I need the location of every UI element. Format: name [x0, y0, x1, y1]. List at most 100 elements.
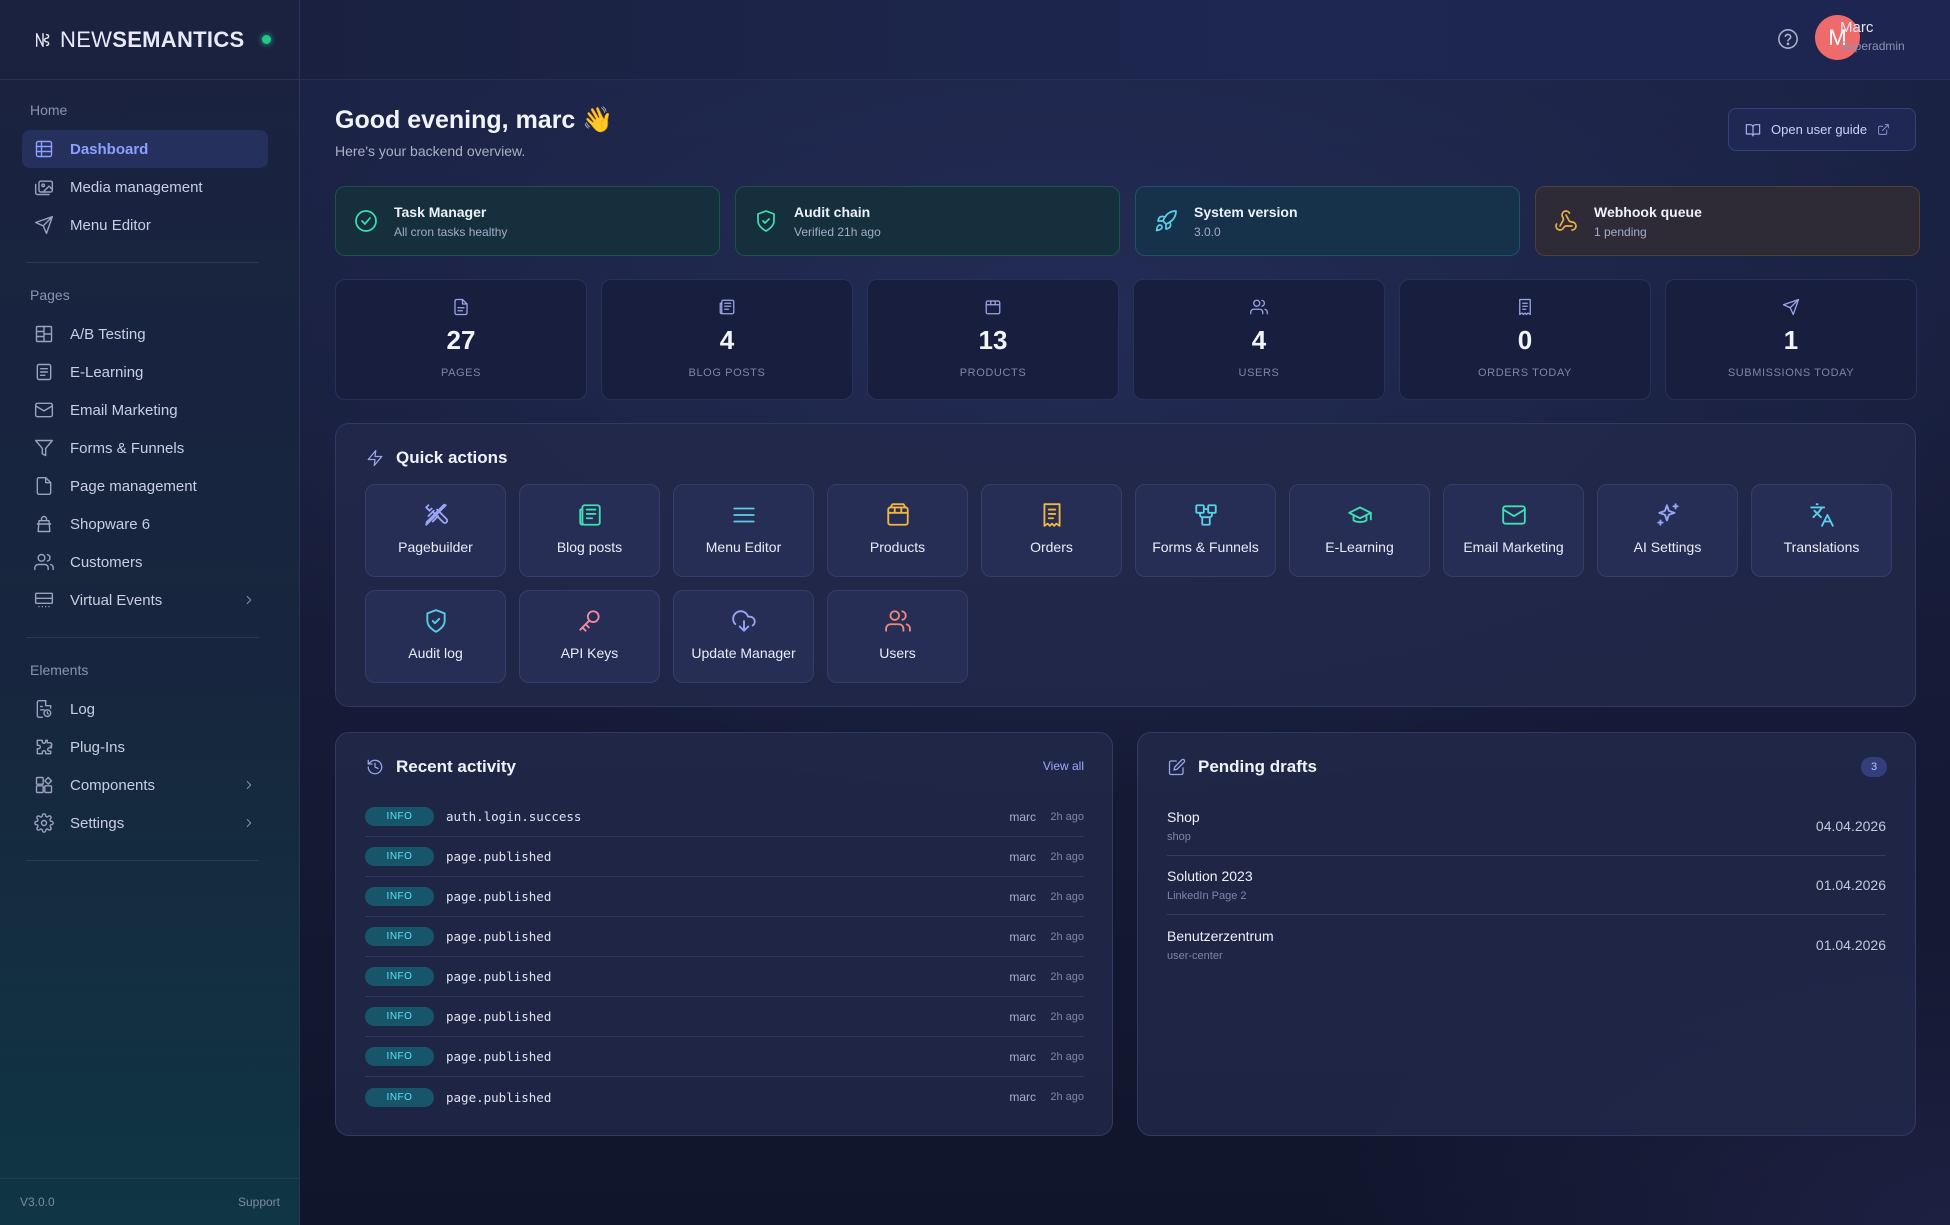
quick-action-blog-posts[interactable]: Blog posts: [519, 484, 660, 577]
sidebar-item-label: Email Marketing: [70, 401, 178, 419]
quick-action-ai-settings[interactable]: AI Settings: [1597, 484, 1738, 577]
sidebar-item-email-marketing[interactable]: Email Marketing: [22, 391, 268, 429]
activity-row[interactable]: INFO page.published marc 2h ago: [365, 1077, 1084, 1117]
funnel-icon: [34, 439, 54, 457]
check-circle-icon: [355, 210, 377, 232]
stat-card-products[interactable]: 13 PRODUCTS: [867, 279, 1119, 400]
activity-row[interactable]: INFO page.published marc 2h ago: [365, 917, 1084, 957]
event-name: auth.login.success: [446, 809, 582, 824]
rocket-icon: [1155, 210, 1177, 232]
sidebar-item-menu-editor[interactable]: Menu Editor: [22, 206, 268, 244]
quick-action-products[interactable]: Products: [827, 484, 968, 577]
activity-row[interactable]: INFO page.published marc 2h ago: [365, 877, 1084, 917]
status-card-detail: 1 pending: [1594, 224, 1647, 239]
activity-row[interactable]: INFO page.published marc 2h ago: [365, 997, 1084, 1037]
sidebar-item-e-learning[interactable]: E-Learning: [22, 353, 268, 391]
draft-row[interactable]: Benutzerzentrum user-center 01.04.2026: [1167, 915, 1886, 974]
sidebar-item-plug-ins[interactable]: Plug-Ins: [22, 728, 268, 766]
quick-action-label: Blog posts: [556, 539, 623, 555]
pending-drafts-title: Pending drafts: [1168, 757, 1317, 777]
quick-action-audit-log[interactable]: Audit log: [365, 590, 506, 683]
activity-row[interactable]: INFO page.published marc 2h ago: [365, 837, 1084, 877]
quick-action-label: E-Learning: [1325, 539, 1394, 555]
chevron-right-icon: [246, 596, 252, 604]
quick-action-menu-editor[interactable]: Menu Editor: [673, 484, 814, 577]
quick-action-translations[interactable]: Translations: [1751, 484, 1892, 577]
newspaper-icon: [719, 299, 735, 315]
workflow-icon: [1194, 504, 1217, 526]
event-time: 2h ago: [1050, 890, 1084, 903]
sidebar-item-label: E-Learning: [70, 363, 144, 381]
event-time: 2h ago: [1050, 1091, 1084, 1103]
view-all-link[interactable]: View all: [1043, 759, 1084, 773]
drafts-count-badge: 3: [1861, 757, 1887, 777]
stat-card-blog-posts[interactable]: 4 BLOG POSTS: [601, 279, 853, 400]
log-level-badge: INFO: [365, 1087, 434, 1107]
quick-action-label: Menu Editor: [705, 539, 782, 555]
status-card-title: Webhook queue: [1594, 203, 1702, 220]
sidebar-item-virtual-events[interactable]: Virtual Events: [22, 581, 268, 619]
quick-action-email-marketing[interactable]: Email Marketing: [1443, 484, 1584, 577]
zap-icon: [367, 449, 383, 467]
status-card-webhook-queue[interactable]: Webhook queue 1 pending: [1535, 186, 1920, 256]
stat-card-submissions-today[interactable]: 1 SUBMISSIONS TODAY: [1665, 279, 1917, 400]
sidebar-item-dashboard[interactable]: Dashboard: [22, 130, 268, 168]
file-text-icon: [454, 298, 468, 316]
status-card-task-manager[interactable]: Task Manager All cron tasks healthy: [335, 186, 720, 256]
chevron-right-icon: [246, 781, 252, 789]
open-user-guide-button[interactable]: Open user guide: [1728, 108, 1916, 151]
recent-activity-heading: Recent activity: [396, 757, 516, 776]
sidebar-item-settings[interactable]: Settings: [22, 804, 268, 842]
quick-actions-heading: Quick actions: [396, 448, 508, 467]
sidebar-item-a-b-testing[interactable]: A/B Testing: [22, 315, 268, 353]
split-layout-icon: [35, 325, 53, 343]
status-card-system-version[interactable]: System version 3.0.0: [1135, 186, 1520, 256]
sidebar-item-customers[interactable]: Customers: [22, 543, 268, 581]
event-time: 2h ago: [1050, 1010, 1084, 1023]
help-icon[interactable]: [1777, 28, 1799, 50]
event-time: 2h ago: [1050, 1050, 1084, 1063]
draft-name: Solution 2023: [1167, 868, 1253, 884]
nav-divider: [26, 860, 259, 861]
quick-action-update-manager[interactable]: Update Manager: [673, 590, 814, 683]
status-card-audit-chain[interactable]: Audit chain Verified 21h ago: [735, 186, 1120, 256]
quick-action-e-learning[interactable]: E-Learning: [1289, 484, 1430, 577]
sidebar-item-label: Page management: [70, 477, 197, 495]
pending-drafts-heading: Pending drafts: [1198, 757, 1318, 776]
sidebar-item-page-management[interactable]: Page management: [22, 467, 268, 505]
event-user: marc: [1009, 929, 1036, 944]
file-icon: [36, 476, 52, 496]
draft-row[interactable]: Shop shop 04.04.2026: [1167, 797, 1886, 856]
components-icon: [35, 776, 53, 794]
sidebar-item-components[interactable]: Components: [22, 766, 268, 804]
quick-action-api-keys[interactable]: API Keys: [519, 590, 660, 683]
history-icon: [367, 759, 383, 775]
user-name[interactable]: Marc: [1840, 19, 1873, 36]
stat-card-orders-today[interactable]: 0 ORDERS TODAY: [1399, 279, 1651, 400]
webhook-icon: [1555, 210, 1577, 231]
draft-row[interactable]: Solution 2023 LinkedIn Page 2 01.04.2026: [1167, 856, 1886, 915]
sidebar-item-shopware-6[interactable]: Shopware 6: [22, 505, 268, 543]
quick-action-pagebuilder[interactable]: Pagebuilder: [365, 484, 506, 577]
nav-section-pages: Pages A/B Testing E-Learning Email Marketin…: [0, 265, 299, 638]
newspaper-icon: [578, 504, 601, 526]
sidebar-item-log[interactable]: Log: [22, 690, 268, 728]
sidebar-item-media-management[interactable]: Media management: [22, 168, 268, 206]
stat-card-pages[interactable]: 27 PAGES: [335, 279, 587, 400]
sidebar-item-forms-and-funnels[interactable]: Forms & Funnels: [22, 429, 268, 467]
quick-action-orders[interactable]: Orders: [981, 484, 1122, 577]
nav-section-title: Home: [30, 102, 68, 118]
quick-action-label: Orders: [1030, 539, 1073, 555]
brand-logo[interactable]: NEWSEMANTICS: [60, 27, 245, 53]
activity-row[interactable]: INFO page.published marc 2h ago: [365, 957, 1084, 997]
draft-date: 04.04.2026: [1815, 818, 1886, 834]
activity-row[interactable]: INFO auth.login.success marc 2h ago: [365, 797, 1084, 837]
activity-row[interactable]: INFO page.published marc 2h ago: [365, 1037, 1084, 1077]
event-user: marc: [1009, 969, 1036, 984]
quick-action-users[interactable]: Users: [827, 590, 968, 683]
stat-card-users[interactable]: 4 USERS: [1133, 279, 1385, 400]
support-link[interactable]: Support: [238, 1195, 280, 1209]
stat-value: 1: [1783, 325, 1799, 355]
quick-action-forms-and-funnels[interactable]: Forms & Funnels: [1135, 484, 1276, 577]
stat-label: BLOG POSTS: [688, 367, 766, 379]
